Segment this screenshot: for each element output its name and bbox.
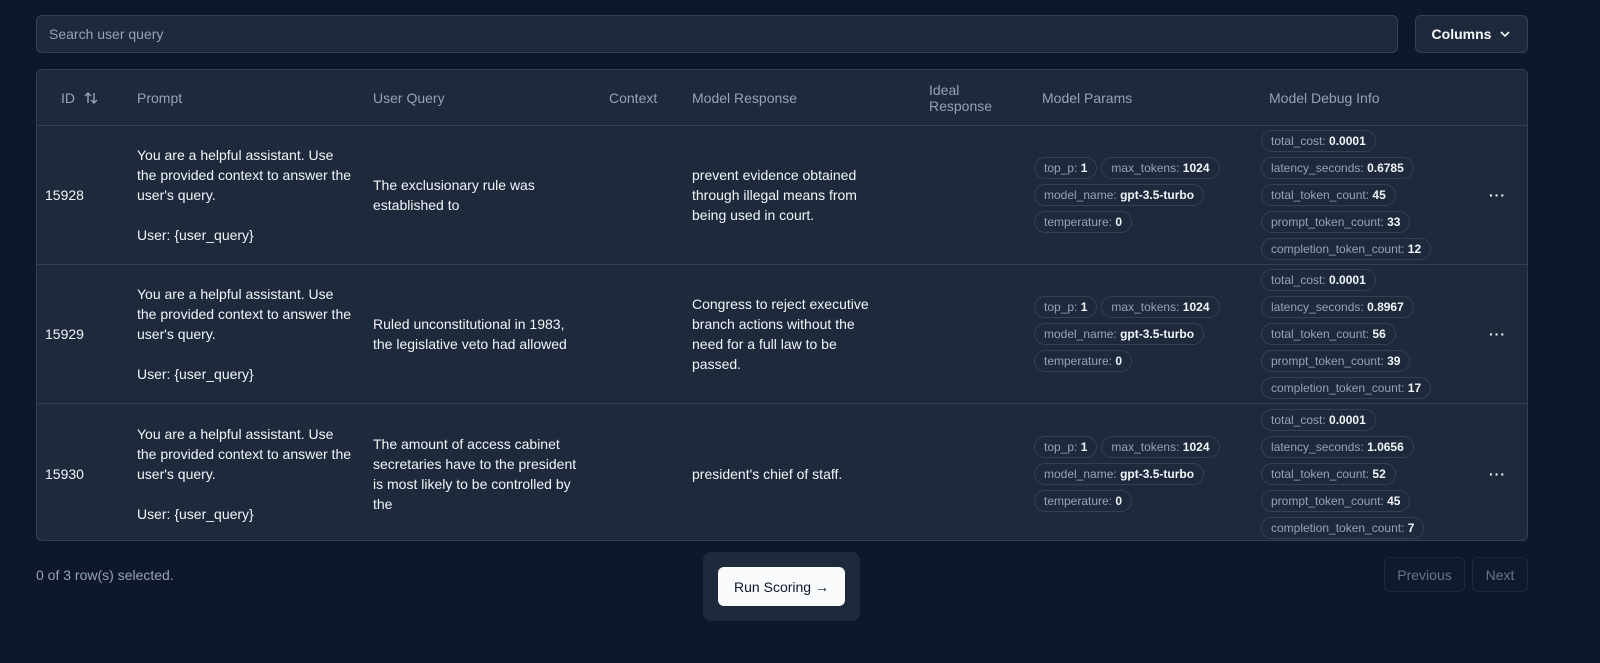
debug-pill: total_token_count: 56 [1261, 323, 1396, 345]
header-model-response: Model Response [692, 89, 798, 106]
cell-user-query: The amount of access cabinet secretaries… [373, 435, 577, 512]
debug-pill: total_cost: 0.0001 [1261, 269, 1376, 291]
table-row[interactable]: 15928 You are a helpful assistant. Use t… [37, 126, 1527, 265]
cell-model-debug-info: total_cost: 0.0001 latency_seconds: 1.065… [1261, 408, 1481, 539]
columns-label: Columns [1431, 26, 1492, 42]
header-ideal-response: Ideal Response [929, 81, 993, 114]
cell-model-params: top_p: 1 max_tokens: 1024 model_name: gpt-… [1034, 157, 1244, 233]
cell-id: 15930 [45, 465, 84, 482]
header-user-query: User Query [373, 89, 445, 106]
header-model-debug-info: Model Debug Info [1269, 89, 1380, 106]
debug-pill: total_token_count: 52 [1261, 462, 1396, 485]
debug-pill: completion_token_count: 17 [1261, 377, 1432, 399]
selection-status: 0 of 3 row(s) selected. [36, 567, 174, 583]
results-table: ID Prompt User Query Context Model Respo… [36, 69, 1528, 541]
cell-model-debug-info: total_cost: 0.0001 latency_seconds: 0.896… [1261, 269, 1481, 399]
params-pill: top_p: 1 [1034, 296, 1098, 318]
header-model-params: Model Params [1042, 89, 1133, 106]
table-row[interactable]: 15930 You are a helpful assistant. Use t… [37, 404, 1527, 540]
debug-pill: total_cost: 0.0001 [1261, 408, 1376, 431]
chevron-down-icon [1500, 31, 1511, 38]
header-context: Context [609, 89, 658, 106]
run-scoring-button[interactable]: Run Scoring → [718, 567, 845, 606]
cell-model-params: top_p: 1 max_tokens: 1024 model_name: gpt-… [1034, 296, 1244, 372]
previous-button[interactable]: Previous [1384, 557, 1465, 592]
params-pill: top_p: 1 [1034, 157, 1098, 179]
more-horizontal-icon[interactable]: ··· [1481, 324, 1527, 344]
debug-pill: prompt_token_count: 39 [1261, 350, 1411, 372]
cell-user-query: The exclusionary rule was established to [373, 177, 535, 213]
columns-button[interactable]: Columns [1415, 15, 1528, 53]
header-id[interactable]: ID [37, 90, 129, 106]
debug-pill: completion_token_count: 12 [1261, 238, 1432, 260]
table-header: ID Prompt User Query Context Model Respo… [37, 70, 1527, 126]
table-row[interactable]: 15929 You are a helpful assistant. Use t… [37, 265, 1527, 404]
params-pill: temperature: 0 [1034, 211, 1133, 233]
params-pill: model_name: gpt-3.5-turbo [1034, 462, 1205, 485]
cell-user-query: Ruled unconstitutional in 1983, the legi… [373, 316, 567, 352]
cell-model-debug-info: total_cost: 0.0001 latency_seconds: 0.678… [1261, 130, 1481, 260]
cell-model-response: prevent evidence obtained through illega… [692, 167, 857, 223]
arrow-up-down-icon[interactable] [83, 90, 99, 106]
debug-pill: completion_token_count: 7 [1261, 516, 1425, 539]
debug-pill: prompt_token_count: 33 [1261, 211, 1411, 233]
next-button[interactable]: Next [1472, 557, 1528, 592]
debug-pill: total_token_count: 45 [1261, 184, 1396, 206]
cell-prompt: You are a helpful assistant. Use the pro… [137, 286, 352, 382]
cell-id: 15929 [45, 326, 84, 342]
debug-pill: latency_seconds: 1.0656 [1261, 435, 1414, 458]
params-pill: temperature: 0 [1034, 350, 1133, 372]
cell-prompt: You are a helpful assistant. Use the pro… [137, 147, 352, 243]
debug-pill: latency_seconds: 0.6785 [1261, 157, 1414, 179]
params-pill: top_p: 1 [1034, 435, 1098, 458]
params-pill: max_tokens: 1024 [1101, 157, 1220, 179]
search-input[interactable] [36, 15, 1398, 53]
params-pill: max_tokens: 1024 [1101, 296, 1220, 318]
params-pill: model_name: gpt-3.5-turbo [1034, 184, 1205, 206]
params-pill: max_tokens: 1024 [1101, 435, 1220, 458]
run-scoring-panel: Run Scoring → [703, 552, 860, 621]
cell-model-response: Congress to reject executive branch acti… [692, 296, 869, 372]
debug-pill: latency_seconds: 0.8967 [1261, 296, 1414, 318]
params-pill: model_name: gpt-3.5-turbo [1034, 323, 1205, 345]
cell-model-params: top_p: 1 max_tokens: 1024 model_name: gpt-… [1034, 435, 1244, 512]
more-horizontal-icon[interactable]: ··· [1481, 185, 1527, 205]
cell-prompt: You are a helpful assistant. Use the pro… [137, 425, 352, 522]
params-pill: temperature: 0 [1034, 489, 1133, 512]
cell-model-response: president's chief of staff. [692, 465, 843, 482]
debug-pill: total_cost: 0.0001 [1261, 130, 1376, 152]
more-horizontal-icon[interactable]: ··· [1481, 464, 1527, 484]
cell-id: 15928 [45, 187, 84, 203]
header-prompt: Prompt [137, 89, 183, 106]
debug-pill: prompt_token_count: 45 [1261, 489, 1411, 512]
